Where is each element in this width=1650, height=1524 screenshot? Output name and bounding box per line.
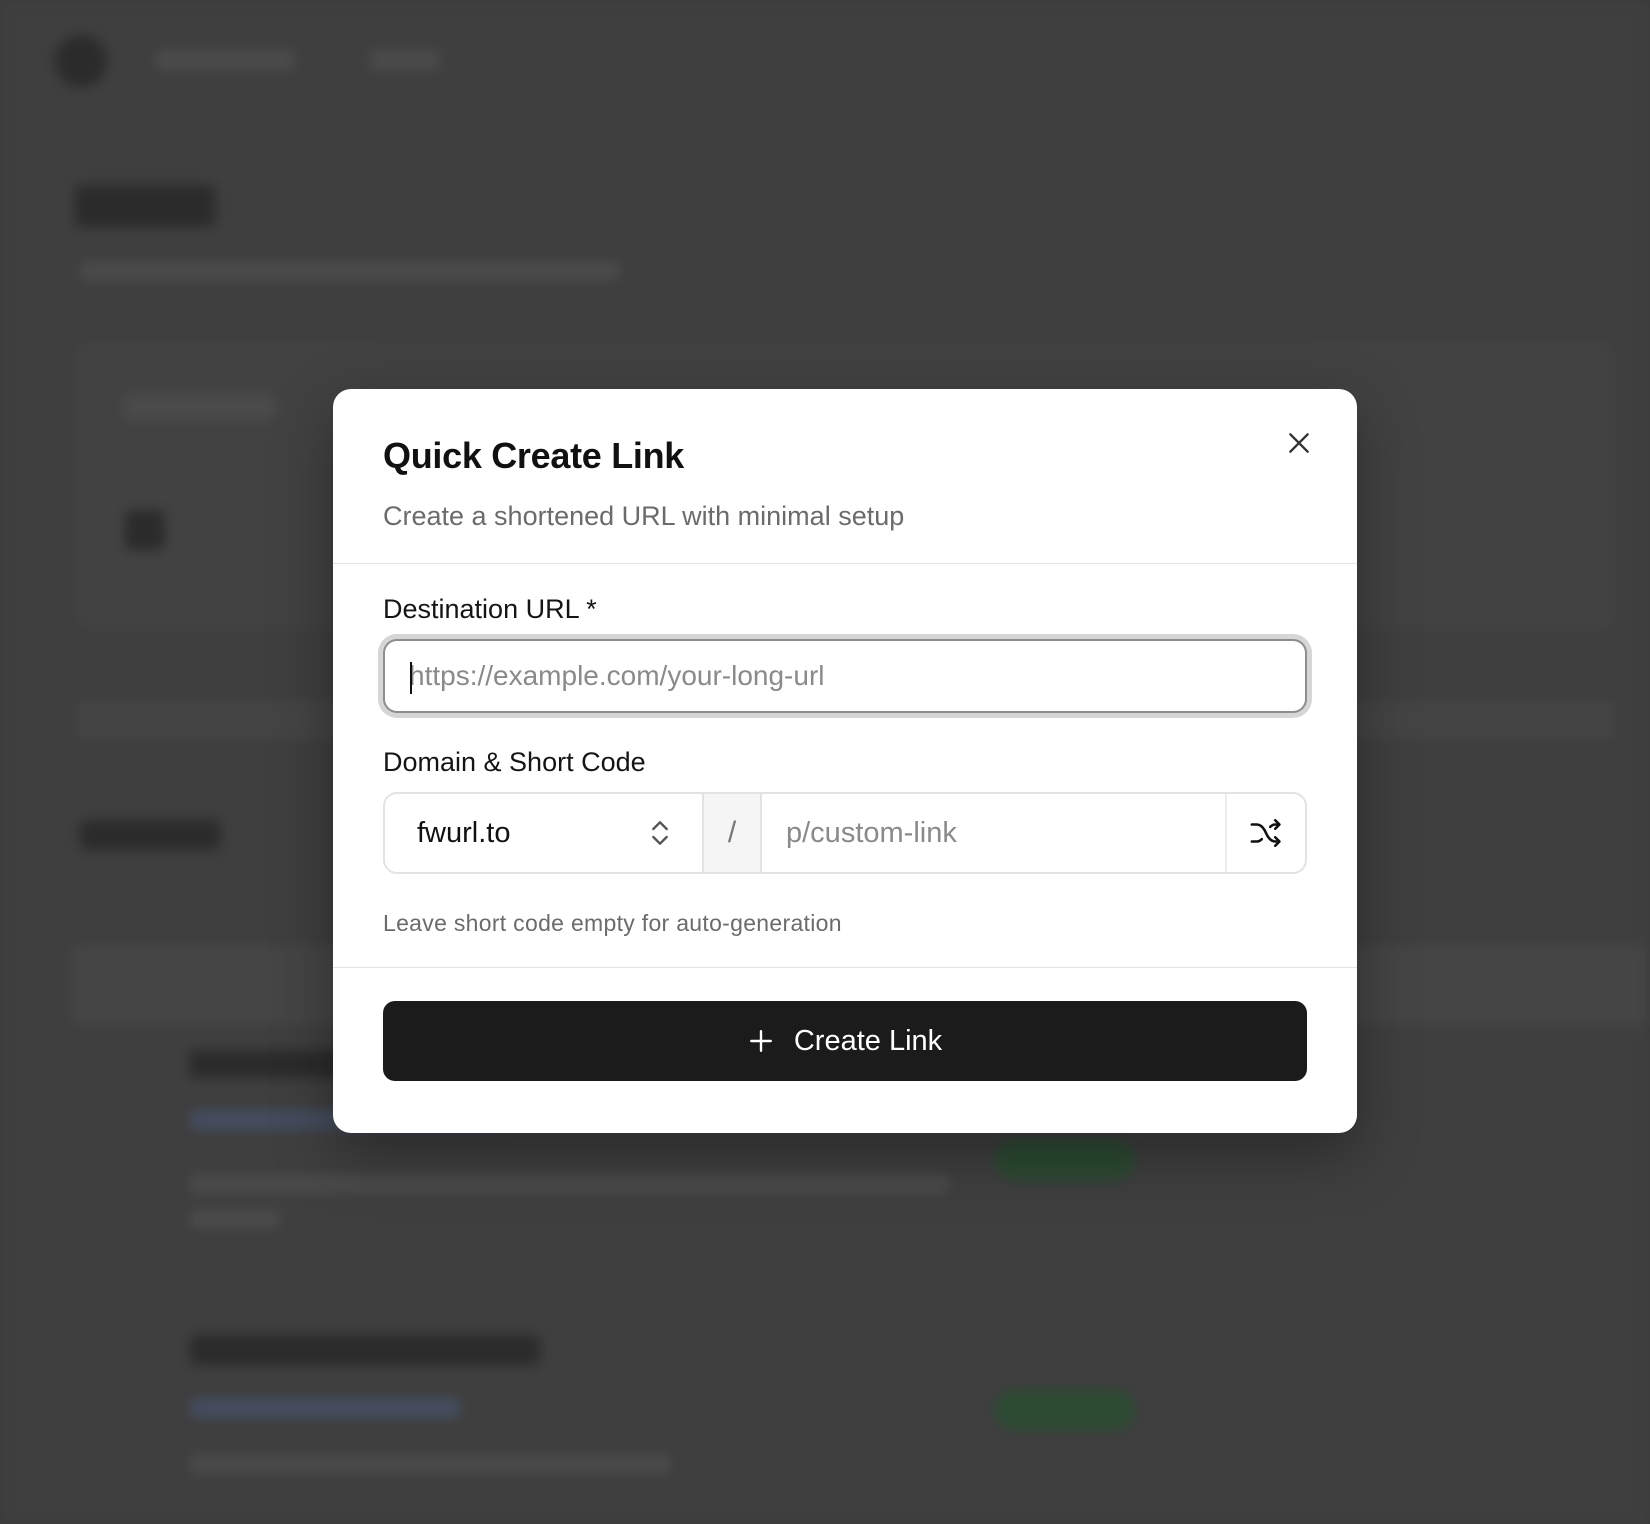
domain-separator: / [704, 794, 762, 872]
quick-create-link-dialog: Quick Create Link Create a shortened URL… [333, 389, 1357, 1133]
destination-url-label: Destination URL * [383, 594, 597, 624]
short-code-input[interactable] [762, 794, 1225, 872]
dialog-subtitle: Create a shortened URL with minimal setu… [383, 501, 905, 531]
chevron-up-down-icon [652, 821, 668, 845]
plus-icon [749, 1030, 772, 1052]
close-icon [1289, 433, 1309, 453]
domain-short-code-label: Domain & Short Code [383, 747, 646, 777]
domain-short-code-group: fwurl.to / [383, 792, 1307, 874]
dialog-footer: Create Link [333, 968, 1357, 1081]
shuffle-icon [1250, 818, 1281, 848]
short-code-hint: Leave short code empty for auto-generati… [383, 910, 842, 936]
dialog-header: Quick Create Link Create a shortened URL… [333, 389, 1357, 564]
domain-select-value: fwurl.to [417, 816, 511, 849]
close-button[interactable] [1277, 421, 1321, 465]
text-cursor [410, 662, 412, 694]
domain-select[interactable]: fwurl.to [385, 794, 704, 872]
dialog-title: Quick Create Link [383, 435, 685, 476]
generate-random-code-button[interactable] [1225, 794, 1305, 872]
dialog-body: Destination URL * Domain & Short Code fw… [333, 564, 1357, 968]
create-link-button[interactable]: Create Link [383, 1001, 1307, 1081]
create-link-label: Create Link [793, 1024, 943, 1057]
destination-url-field [383, 639, 1307, 713]
destination-url-input[interactable] [385, 641, 1305, 711]
